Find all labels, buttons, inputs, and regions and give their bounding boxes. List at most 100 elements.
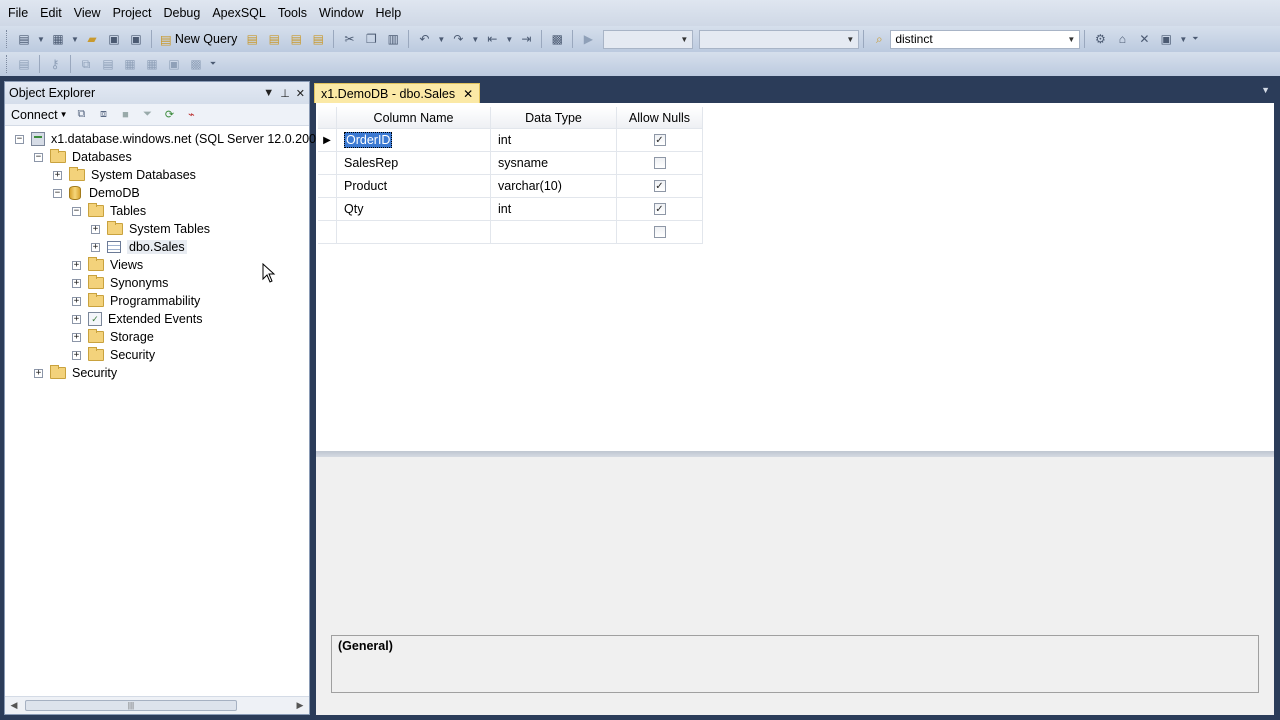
undo-icon[interactable]: ↶	[415, 30, 433, 48]
expand-icon[interactable]: +	[72, 350, 81, 360]
table-row[interactable]: SalesRep sysname	[318, 152, 703, 175]
tree-node-security-db[interactable]: + Security	[5, 346, 309, 364]
menu-edit[interactable]: Edit	[34, 0, 68, 26]
save-icon[interactable]: ▣	[105, 30, 123, 48]
row-selector[interactable]: ▶	[318, 129, 337, 152]
stop-icon[interactable]: ■	[117, 107, 133, 123]
new-project-icon[interactable]: ▤	[15, 30, 33, 48]
manage-check-constraints-icon[interactable]: ▣	[165, 55, 183, 73]
allow-nulls-checkbox[interactable]	[653, 226, 666, 238]
expand-icon[interactable]: +	[34, 368, 43, 378]
column-name-cell[interactable]: Qty	[337, 198, 491, 221]
filter-icon[interactable]: ⏷	[139, 107, 155, 123]
expand-icon[interactable]: +	[72, 278, 81, 288]
tree-node-storage[interactable]: + Storage	[5, 328, 309, 346]
properties-category-general[interactable]: (General)	[338, 639, 393, 653]
expand-icon[interactable]: +	[72, 332, 81, 342]
tree-node-extended-events[interactable]: + ✓ Extended Events	[5, 310, 309, 328]
activity-monitor-icon[interactable]: ▩	[548, 30, 566, 48]
redo-icon[interactable]: ↷	[449, 30, 467, 48]
row-selector[interactable]	[318, 198, 337, 221]
toolbar-options-icon[interactable]: ⏷	[1191, 30, 1199, 48]
tab-table-designer[interactable]: x1.DemoDB - dbo.Sales ✕	[314, 83, 481, 103]
data-type-cell[interactable]: varchar(10)	[491, 175, 617, 198]
analysis-dmx-query-icon[interactable]: ▤	[287, 30, 305, 48]
toolbar-grip[interactable]	[6, 30, 9, 48]
disconnect-icon[interactable]: ⧈	[95, 107, 111, 123]
expand-icon[interactable]: +	[91, 224, 100, 234]
copy-icon[interactable]: ❐	[362, 30, 380, 48]
tree-node-system-databases[interactable]: + System Databases	[5, 166, 309, 184]
registered-servers-icon[interactable]: ⚙	[1091, 30, 1109, 48]
solution-configuration-combo[interactable]: ▼	[603, 29, 694, 49]
paste-icon[interactable]: ▥	[384, 30, 402, 48]
menu-file[interactable]: File	[2, 0, 34, 26]
dropdown-arrow-icon[interactable]: ▼	[437, 30, 445, 48]
refresh-icon[interactable]: ⟳	[161, 107, 177, 123]
tools-icon[interactable]: ✕	[1135, 30, 1153, 48]
manage-spatial-indexes-icon[interactable]: ▩	[187, 55, 205, 73]
expand-icon[interactable]: +	[72, 314, 81, 324]
dropdown-arrow-icon[interactable]: ▼	[471, 30, 479, 48]
column-name-cell[interactable]: OrderID	[337, 129, 491, 152]
close-icon[interactable]: ✕	[463, 87, 473, 101]
menu-debug[interactable]: Debug	[157, 0, 206, 26]
analysis-mdx-query-icon[interactable]: ▤	[265, 30, 283, 48]
set-primary-key-icon[interactable]: ⚷	[46, 55, 64, 73]
find-combo[interactable]: distinct ▼	[890, 29, 1081, 49]
dropdown-arrow-icon[interactable]: ▼	[71, 30, 79, 48]
generate-change-script-icon[interactable]: ▤	[15, 55, 33, 73]
database-engine-query-icon[interactable]: ▤	[243, 30, 261, 48]
find-in-files-icon[interactable]: ⌕	[870, 30, 888, 48]
add-item-icon[interactable]: ▦	[49, 30, 67, 48]
analysis-xmla-query-icon[interactable]: ▤	[309, 30, 327, 48]
activity-monitor-icon[interactable]: ⌁	[183, 107, 199, 123]
object-explorer-icon[interactable]: ⌂	[1113, 30, 1131, 48]
close-icon[interactable]: ✕	[296, 87, 305, 100]
expand-icon[interactable]: +	[72, 296, 81, 306]
menu-window[interactable]: Window	[313, 0, 369, 26]
expand-icon[interactable]: +	[53, 170, 62, 180]
collapse-icon[interactable]: −	[53, 188, 62, 198]
tree-node-dbo-sales[interactable]: + dbo.Sales	[5, 238, 309, 256]
dropdown-arrow-icon[interactable]: ▼	[1179, 30, 1187, 48]
row-selector[interactable]	[318, 152, 337, 175]
start-debugging-icon[interactable]: ▶	[579, 30, 597, 48]
window-position-icon[interactable]: ▼	[263, 87, 274, 100]
tree-node-programmability[interactable]: + Programmability	[5, 292, 309, 310]
connect-button[interactable]: Connect ▼	[11, 108, 67, 122]
expand-icon[interactable]: +	[72, 260, 81, 270]
allow-nulls-checkbox[interactable]	[653, 157, 666, 169]
toolbar-grip[interactable]	[6, 55, 9, 73]
toolbar-options-icon[interactable]: ⏷	[209, 55, 217, 73]
dropdown-arrow-icon[interactable]: ▼	[505, 30, 513, 48]
tree-node-security-server[interactable]: + Security	[5, 364, 309, 382]
column-name-cell[interactable]: SalesRep	[337, 152, 491, 175]
solution-platform-combo[interactable]: ▼	[699, 29, 860, 49]
manage-fulltext-icon[interactable]: ▦	[121, 55, 139, 73]
allow-nulls-checkbox[interactable]: ✓	[653, 134, 666, 146]
data-type-cell[interactable]: int	[491, 198, 617, 221]
menu-project[interactable]: Project	[107, 0, 158, 26]
navigate-backward-icon[interactable]: ⇤	[483, 30, 501, 48]
data-type-cell[interactable]: sysname	[491, 152, 617, 175]
relationships-icon[interactable]: ⧉	[77, 55, 95, 73]
collapse-icon[interactable]: −	[72, 206, 81, 216]
tree-node-server[interactable]: − x1.database.windows.net (SQL Server 12…	[5, 130, 333, 148]
dropdown-arrow-icon[interactable]: ▼	[37, 30, 45, 48]
new-query-button[interactable]: ▤ New Query	[156, 32, 241, 47]
collapse-icon[interactable]: −	[15, 134, 24, 144]
table-row[interactable]: ▶ OrderID int ✓	[318, 129, 703, 152]
tab-list-dropdown-icon[interactable]: ▼	[1261, 85, 1270, 95]
save-all-icon[interactable]: ▣	[127, 30, 145, 48]
scroll-left-icon[interactable]: ◀	[5, 700, 23, 711]
column-name-cell[interactable]	[337, 221, 491, 244]
table-row[interactable]: Product varchar(10) ✓	[318, 175, 703, 198]
scroll-right-icon[interactable]: ▶	[291, 700, 309, 711]
open-folder-icon[interactable]: ▰	[83, 30, 101, 48]
row-selector[interactable]	[318, 175, 337, 198]
expand-icon[interactable]: +	[91, 242, 100, 252]
data-type-cell[interactable]: int	[491, 129, 617, 152]
menu-help[interactable]: Help	[370, 0, 408, 26]
data-type-cell[interactable]	[491, 221, 617, 244]
